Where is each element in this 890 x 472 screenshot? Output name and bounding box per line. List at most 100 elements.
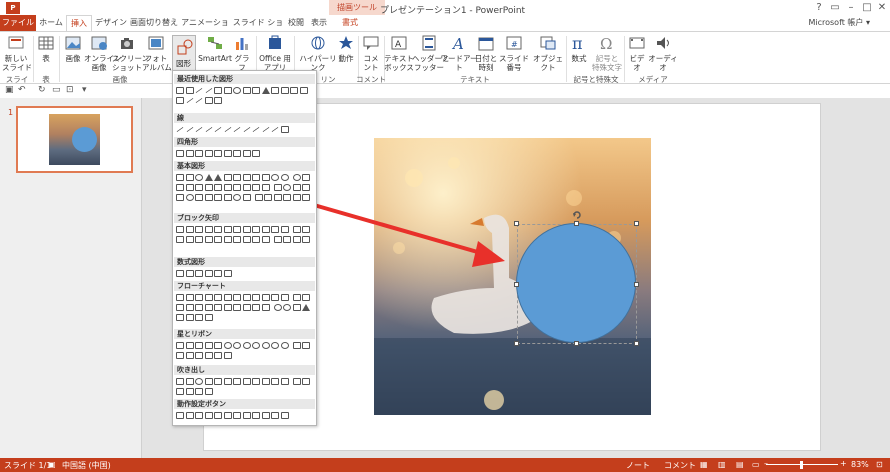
tab-view[interactable]: 表示 <box>308 15 330 31</box>
shape-item[interactable] <box>214 342 222 349</box>
shape-item[interactable] <box>252 174 260 181</box>
shape-item[interactable] <box>214 352 222 359</box>
shape-item[interactable] <box>195 226 203 233</box>
shape-item[interactable] <box>233 412 241 419</box>
shape-item[interactable] <box>302 304 311 311</box>
shape-item[interactable] <box>233 87 241 94</box>
shape-item[interactable] <box>185 270 194 277</box>
shape-item[interactable] <box>233 378 241 385</box>
resize-handle-sw[interactable] <box>514 341 519 346</box>
minimize-icon[interactable]: – <box>844 2 858 13</box>
shape-item[interactable] <box>195 97 203 104</box>
shape-item[interactable] <box>185 314 194 321</box>
shape-item[interactable] <box>176 126 184 133</box>
shape-item[interactable] <box>195 304 203 311</box>
textbox-button[interactable]: A テキスト ボックス <box>384 34 414 72</box>
shape-item[interactable] <box>261 342 270 349</box>
shape-item[interactable] <box>271 174 279 181</box>
shape-item[interactable] <box>185 294 194 301</box>
shape-item[interactable] <box>280 412 289 419</box>
notes-button[interactable]: ノート <box>626 460 650 471</box>
shape-item[interactable] <box>214 236 222 243</box>
shape-item[interactable] <box>195 378 203 385</box>
shape-item[interactable] <box>242 194 251 201</box>
shape-item[interactable] <box>280 126 289 133</box>
shape-item[interactable] <box>204 236 213 243</box>
shape-item[interactable] <box>185 87 194 94</box>
shape-item[interactable] <box>214 270 222 277</box>
shape-item[interactable] <box>223 126 232 133</box>
shape-item[interactable] <box>252 87 260 94</box>
shape-item[interactable] <box>292 342 301 349</box>
shape-item[interactable] <box>292 194 301 201</box>
image-button[interactable]: 画像 <box>62 34 84 63</box>
tab-review[interactable]: 校閲 <box>285 15 307 31</box>
shape-item[interactable] <box>271 226 279 233</box>
resize-handle-ne[interactable] <box>634 221 639 226</box>
shape-item[interactable] <box>185 378 194 385</box>
shape-item[interactable] <box>299 87 308 94</box>
shape-item[interactable] <box>223 342 232 349</box>
customize-icon[interactable]: ▾ <box>82 85 87 95</box>
shape-item[interactable] <box>283 304 292 311</box>
shape-item[interactable] <box>242 150 251 157</box>
shape-item[interactable] <box>252 304 260 311</box>
shape-item[interactable] <box>223 194 232 201</box>
tab-file[interactable]: ファイル <box>0 15 36 31</box>
shape-item[interactable] <box>264 194 273 201</box>
reading-view-icon[interactable]: ▤ <box>736 460 744 469</box>
shape-item[interactable] <box>223 294 232 301</box>
shape-item[interactable] <box>292 174 301 181</box>
shape-item[interactable] <box>185 226 194 233</box>
shape-item[interactable] <box>185 174 194 181</box>
shape-item[interactable] <box>204 97 213 104</box>
shape-item[interactable] <box>195 314 203 321</box>
zoom-slider-knob[interactable] <box>800 461 803 469</box>
shape-item[interactable] <box>242 226 251 233</box>
shape-item[interactable] <box>261 87 270 94</box>
shape-item[interactable] <box>242 236 251 243</box>
zoom-in-icon[interactable]: + <box>840 459 847 468</box>
shape-item[interactable] <box>223 184 232 191</box>
shape-item[interactable] <box>302 184 311 191</box>
shape-item[interactable] <box>261 412 270 419</box>
tab-home[interactable]: ホーム <box>37 15 65 31</box>
touch-mode-icon[interactable]: ⊡ <box>66 85 74 95</box>
shape-item[interactable] <box>176 270 184 277</box>
undo-icon[interactable]: ↶ <box>18 85 26 95</box>
shape-item[interactable] <box>302 174 311 181</box>
shape-item[interactable] <box>223 226 232 233</box>
shape-item[interactable] <box>242 412 251 419</box>
shape-item[interactable] <box>195 174 203 181</box>
shape-item[interactable] <box>204 174 213 181</box>
shape-item[interactable] <box>280 378 289 385</box>
shape-item[interactable] <box>176 174 184 181</box>
shape-item[interactable] <box>204 150 213 157</box>
shape-item[interactable] <box>292 304 301 311</box>
normal-view-icon[interactable]: ▦ <box>700 460 708 469</box>
shape-item[interactable] <box>283 236 292 243</box>
shape-item[interactable] <box>176 97 184 104</box>
shape-item[interactable] <box>252 378 260 385</box>
shape-item[interactable] <box>176 194 184 201</box>
shape-item[interactable] <box>204 270 213 277</box>
zoom-level[interactable]: 83% <box>851 460 869 469</box>
shape-item[interactable] <box>185 236 194 243</box>
shape-item[interactable] <box>290 87 298 94</box>
shape-item[interactable] <box>252 236 260 243</box>
shape-item[interactable] <box>204 226 213 233</box>
shape-item[interactable] <box>233 226 241 233</box>
shape-item[interactable] <box>176 150 184 157</box>
circle-shape[interactable] <box>516 223 636 343</box>
comment-button[interactable]: コメント <box>360 34 382 72</box>
shape-item[interactable] <box>280 87 289 94</box>
tab-insert[interactable]: 挿入 <box>66 15 92 31</box>
shape-item[interactable] <box>223 150 232 157</box>
shape-item[interactable] <box>176 304 184 311</box>
shape-item[interactable] <box>280 174 289 181</box>
shape-item[interactable] <box>185 412 194 419</box>
shape-item[interactable] <box>223 174 232 181</box>
shape-item[interactable] <box>252 226 260 233</box>
shape-item[interactable] <box>195 87 203 94</box>
shape-item[interactable] <box>195 342 203 349</box>
